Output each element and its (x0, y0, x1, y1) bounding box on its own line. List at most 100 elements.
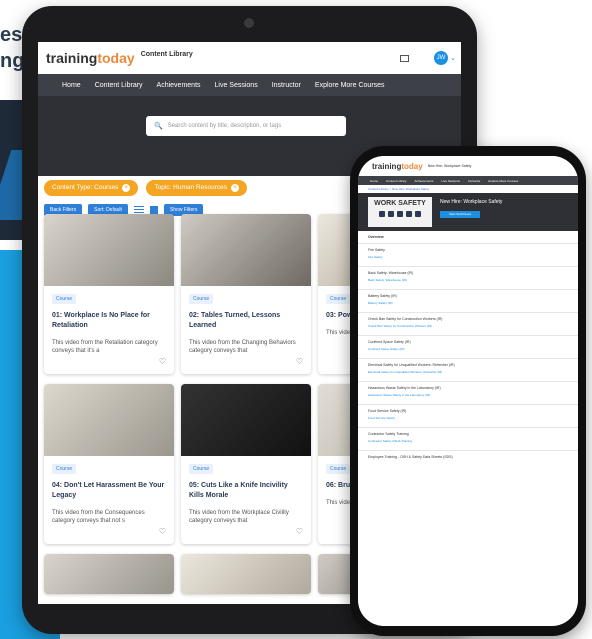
search-placeholder: Search content by title, description, or… (167, 123, 282, 129)
list-item[interactable]: Fire Safety Fire Safety (358, 243, 578, 266)
close-icon[interactable]: × (231, 184, 239, 192)
filter-chip[interactable]: Content Type: Courses × (44, 180, 139, 196)
list-item[interactable]: Food Service Safety (IR) Food Service Saf… (358, 404, 578, 427)
list-item-link[interactable]: Fire Safety (368, 255, 568, 259)
course-description: This video from the Workplace Civility c… (189, 510, 289, 524)
brand-primary-text: training (372, 161, 402, 171)
phone-header: trainingtoday New Hire: Workplace Safety (358, 156, 578, 176)
list-item[interactable]: Battery Safety (IR) Battery Safety (IR) (358, 289, 578, 312)
course-card[interactable]: Course 02: Tables Turned, Lessons Learne… (181, 214, 311, 374)
list-item-link[interactable]: Electrical Safety for Unqualified Worker… (368, 370, 568, 374)
favorite-icon[interactable]: ♡ (296, 357, 303, 366)
nav-content-library[interactable]: Content Library (386, 179, 407, 183)
list-item-title: Employee Training - OSH & Safety Data Sh… (368, 455, 453, 459)
course-thumbnail (181, 384, 311, 456)
brand-logo[interactable]: trainingtoday (46, 50, 135, 66)
phone-screen: trainingtoday New Hire: Workplace Safety… (358, 156, 578, 626)
course-card[interactable]: Course 01: Workplace Is No Place for Ret… (44, 214, 174, 374)
search-input[interactable]: 🔍 Search content by title, description, … (146, 116, 346, 136)
mail-icon[interactable] (400, 55, 409, 62)
favorite-icon[interactable]: ♡ (159, 527, 166, 536)
grid-view-icon[interactable] (149, 206, 158, 214)
nav-home[interactable]: Home (370, 179, 378, 183)
list-item-title: Contractor Safety Training (368, 432, 409, 436)
course-badge: Course (189, 294, 214, 304)
app-header: trainingtoday Content Library JW ⌄ (38, 42, 461, 74)
safety-icons (368, 211, 432, 217)
start-course-button[interactable]: Start Self-Paced (440, 211, 480, 218)
course-thumbnail (44, 384, 174, 456)
list-item-link[interactable]: Check Ban Safety for Construction Worker… (368, 324, 568, 328)
background-heading: es ng (0, 22, 24, 74)
phone-nav: Home Content Library Achievements Live S… (358, 176, 578, 185)
course-card[interactable] (44, 554, 174, 594)
brand-primary-text: training (46, 50, 98, 66)
nav-content-library[interactable]: Content Library (95, 82, 143, 89)
list-item[interactable]: Electrical Safety for Unqualified Worker… (358, 358, 578, 381)
background-text-line: ng (0, 50, 25, 72)
course-badge: Course (326, 294, 351, 304)
nav-live-sessions[interactable]: Live Sessions (215, 82, 258, 89)
list-item-title: Fire Safety (368, 248, 385, 252)
hero-image-text: WORK SAFETY (374, 200, 426, 207)
list-view-icon[interactable] (133, 206, 144, 214)
list-item[interactable]: Contractor Safety Training Contractor Saf… (358, 427, 578, 450)
camera-icon (244, 18, 254, 28)
list-item[interactable]: Back Safety: Warehouse (IR) Back Safety: … (358, 266, 578, 289)
phone-device: trainingtoday New Hire: Workplace Safety… (350, 146, 586, 636)
course-title[interactable]: 01: Workplace Is No Place for Retaliatio… (52, 311, 166, 331)
avatar[interactable]: JW (434, 51, 448, 65)
nav-explore-more[interactable]: Explore More Courses (488, 179, 518, 183)
favorite-icon[interactable]: ♡ (159, 357, 166, 366)
course-title[interactable]: 02: Tables Turned, Lessons Learned (189, 311, 303, 331)
list-item[interactable]: Employee Training - OSH & Safety Data Sh… (358, 450, 578, 473)
section-label: Content Library (140, 50, 193, 58)
course-badge: Course (52, 464, 77, 474)
background-text-line: es (0, 24, 23, 46)
nav-achievements[interactable]: Achievements (415, 179, 434, 183)
list-item-title: Back Safety: Warehouse (IR) (368, 271, 414, 275)
list-item-link[interactable]: Battery Safety (IR) (368, 301, 568, 305)
course-card[interactable] (181, 554, 311, 594)
list-item[interactable]: Hazardous Waste Safety in the Laboratory… (358, 381, 578, 404)
close-icon[interactable]: × (122, 184, 131, 192)
nav-live-sessions[interactable]: Live Sessions (441, 179, 460, 183)
course-title[interactable]: 04: Don't Let Harassment Be Your Legacy (52, 481, 166, 501)
brand-accent-text: today (97, 50, 135, 66)
course-card[interactable]: Course 04: Don't Let Harassment Be Your … (44, 384, 174, 544)
course-thumbnail (181, 554, 311, 594)
nav-explore-more[interactable]: Explore More Courses (315, 82, 385, 89)
course-badge: Course (326, 464, 351, 474)
list-item-title: Electrical Safety for Unqualified Worker… (368, 363, 455, 367)
filter-chip-label: Topic: Human Resources (154, 184, 227, 191)
nav-instructor[interactable]: Instructor (468, 179, 481, 183)
main-nav: Home Content Library Achievements Live S… (38, 74, 461, 96)
page-title: New Hire: Workplace Safety (427, 164, 472, 168)
chevron-down-icon[interactable]: ⌄ (450, 54, 456, 62)
course-title[interactable]: 05: Cuts Like a Knife Incivility Kills M… (189, 481, 303, 501)
course-hero-title: New Hire: Workplace Safety (440, 199, 503, 205)
nav-instructor[interactable]: Instructor (272, 82, 301, 89)
course-hero: WORK SAFETY New Hire: Workplace Safety S… (358, 193, 578, 231)
breadcrumb[interactable]: Content Library > New Hire: Workplace Sa… (358, 185, 578, 193)
brand-logo[interactable]: trainingtoday (372, 162, 423, 171)
filter-chip[interactable]: Topic: Human Resources × (146, 180, 247, 196)
overview-heading: Overview (368, 235, 384, 239)
list-item-title: Confined Space Safety (IR) (368, 340, 411, 344)
list-item-link[interactable]: Back Safety: Warehouse (IR) (368, 278, 568, 282)
nav-home[interactable]: Home (62, 82, 81, 89)
list-item-link[interactable]: Hazardous Waste Safety in the Laboratory… (368, 393, 568, 397)
course-description: This video from the Consequences categor… (52, 510, 145, 524)
list-item[interactable]: Check Ban Safety for Construction Worker… (358, 312, 578, 335)
course-badge: Course (52, 294, 77, 304)
list-item-link[interactable]: Food Service Safety (368, 416, 568, 420)
brand-accent-text: today (401, 161, 423, 171)
list-item[interactable]: Confined Space Safety (IR) Confined Space… (358, 335, 578, 358)
course-thumbnail (44, 554, 174, 594)
list-item-link[interactable]: Contractor Safety OSHA Training (368, 439, 568, 443)
course-card[interactable]: Course 05: Cuts Like a Knife Incivility … (181, 384, 311, 544)
nav-achievements[interactable]: Achievements (157, 82, 201, 89)
list-item-link[interactable]: Confined Space Safety (IR) (368, 347, 568, 351)
favorite-icon[interactable]: ♡ (296, 527, 303, 536)
course-thumbnail (44, 214, 174, 286)
